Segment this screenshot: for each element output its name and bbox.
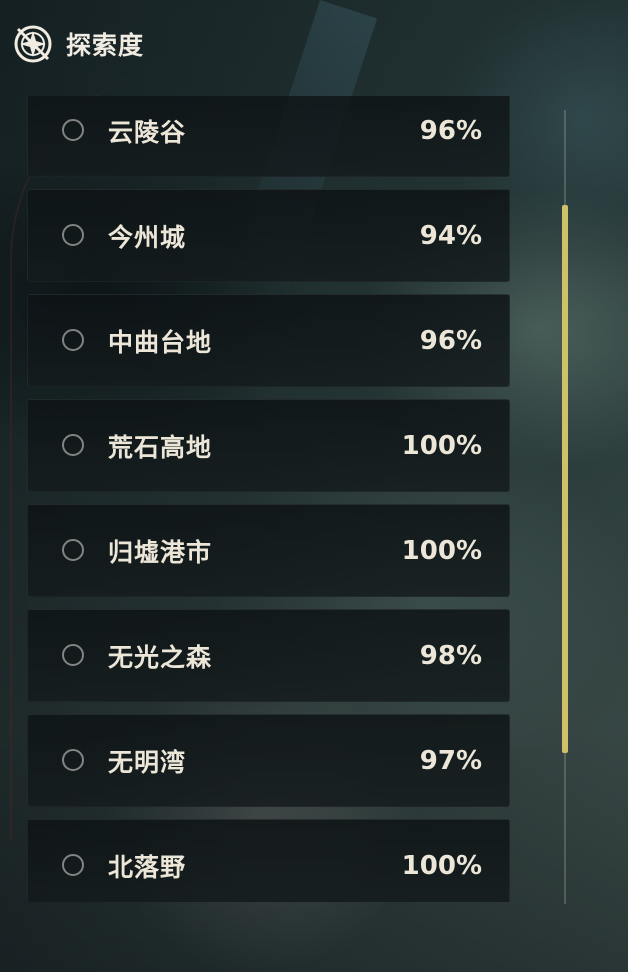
region-percent: 100% [401,430,482,461]
region-percent: 94% [419,220,482,251]
region-name: 荒石高地 [108,432,213,462]
region-name: 中曲台地 [108,327,213,357]
region-radio[interactable] [62,853,84,876]
region-name: 北落野 [108,852,187,882]
region-name: 无光之森 [108,642,213,672]
region-name: 今州城 [108,222,187,252]
region-radio[interactable] [62,433,84,456]
region-percent: 100% [401,850,482,881]
region-radio[interactable] [62,328,84,351]
region-row[interactable]: 无光之森 98% [27,609,510,702]
region-percent: 97% [419,745,482,776]
panel-header: 探索度 [12,22,144,66]
region-radio[interactable] [62,538,84,561]
region-row[interactable]: 归墟港市 100% [27,504,510,597]
region-row[interactable]: 北落野 100% [27,819,510,902]
region-name: 无明湾 [108,747,187,777]
region-percent: 96% [419,325,482,356]
region-percent: 98% [419,640,482,671]
region-radio[interactable] [62,223,84,246]
region-row[interactable]: 中曲台地 96% [27,294,510,387]
region-radio[interactable] [62,643,84,666]
region-row[interactable]: 荒石高地 100% [27,399,510,492]
region-radio[interactable] [62,748,84,771]
region-row[interactable]: 云陵谷 96% [27,96,510,177]
region-name: 归墟港市 [108,537,213,567]
region-list[interactable]: 云陵谷 96% 今州城 94% 中曲台地 96% 荒石高地 100% 归墟港市 … [27,96,510,902]
panel-title: 探索度 [66,31,145,60]
scrollbar-thumb[interactable] [562,205,568,753]
region-radio[interactable] [62,118,84,141]
region-percent: 96% [419,115,482,146]
region-percent: 100% [401,535,482,566]
compass-icon [14,25,52,63]
region-row[interactable]: 无明湾 97% [27,714,510,807]
region-name: 云陵谷 [108,117,187,147]
region-row[interactable]: 今州城 94% [27,189,510,282]
